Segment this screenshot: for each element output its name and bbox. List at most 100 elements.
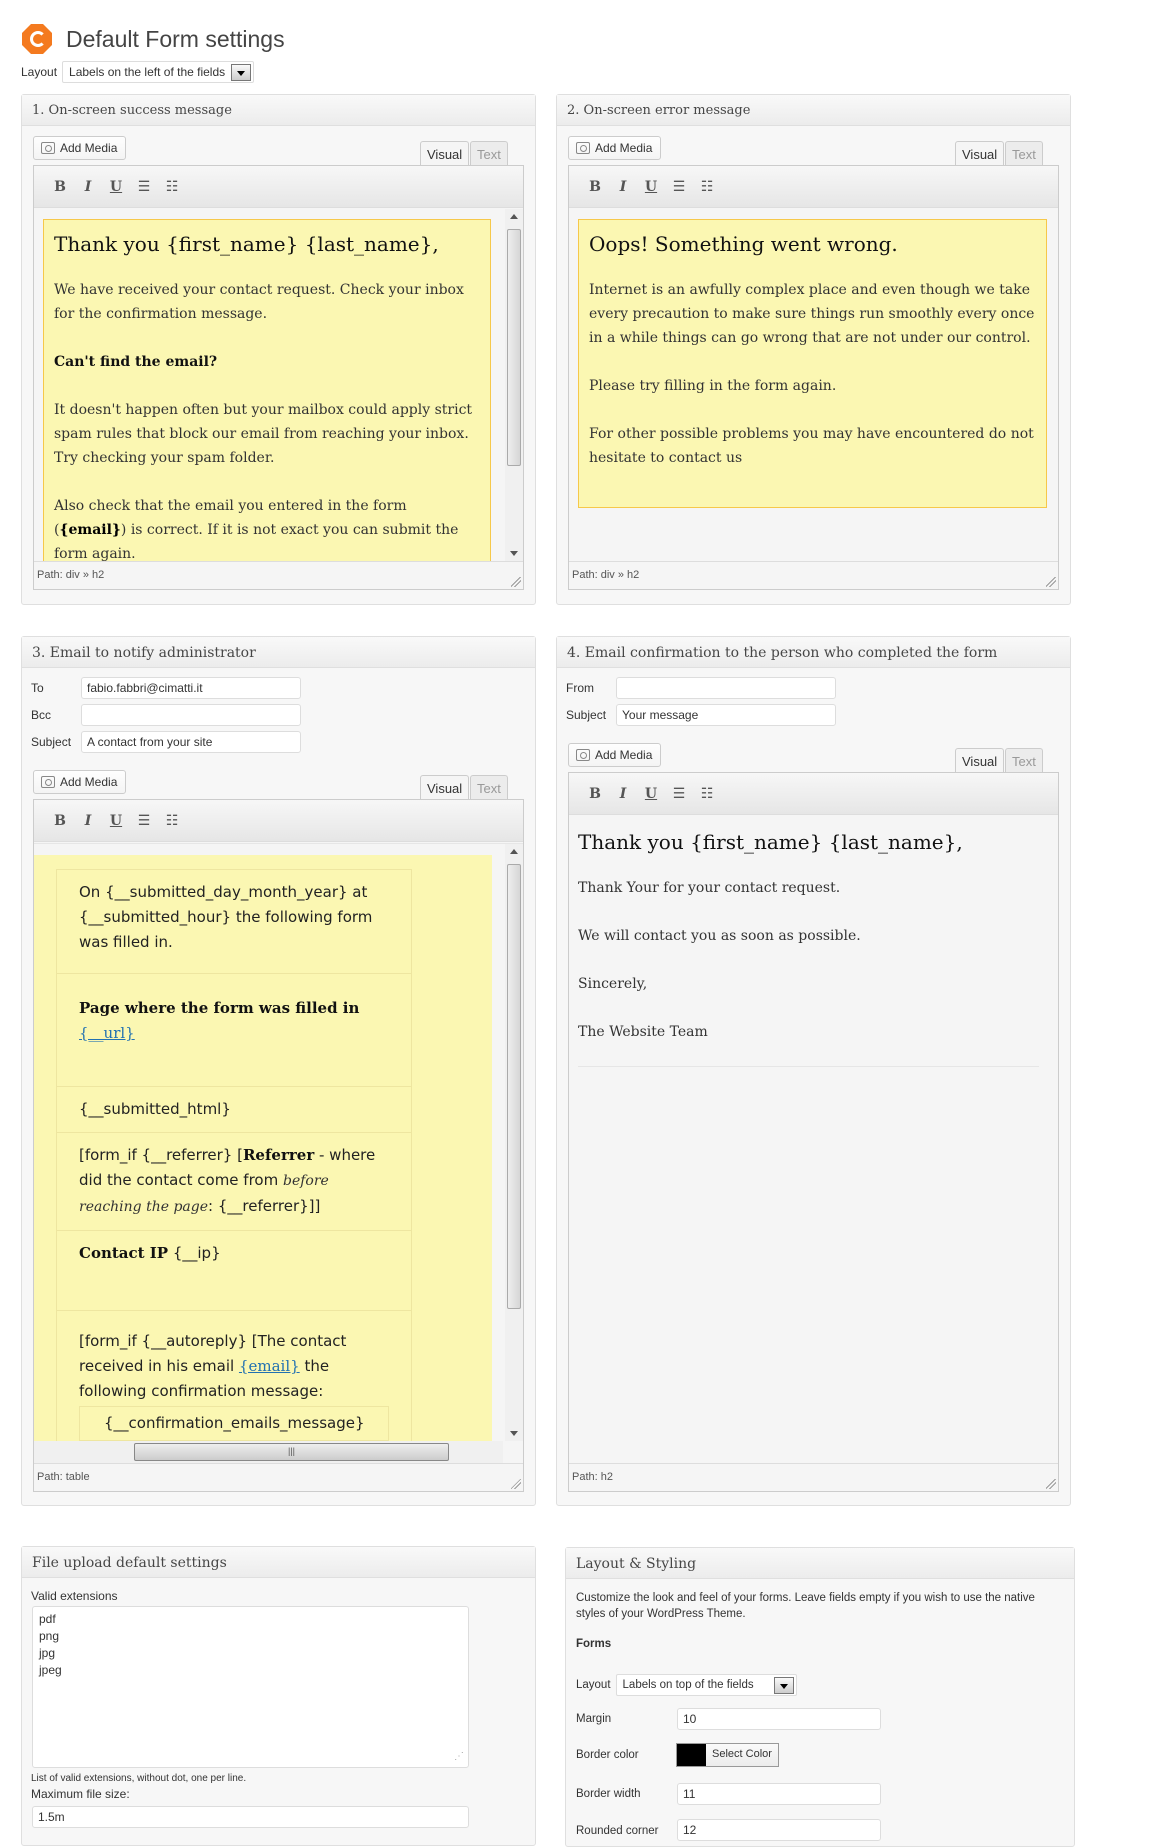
template-row: On {__submitted_day_month_year} at {__su… (57, 870, 411, 974)
vertical-scrollbar[interactable] (505, 844, 523, 1441)
media-icon (41, 142, 55, 154)
bcc-input[interactable] (81, 704, 301, 726)
scroll-thumb[interactable] (507, 864, 521, 1309)
add-media-button[interactable]: Add Media (568, 743, 662, 767)
bullet-list-icon[interactable]: ☰ (130, 179, 158, 195)
bold-button[interactable]: B (46, 813, 74, 829)
tab-text[interactable]: Text (1005, 748, 1043, 772)
subject-input[interactable] (81, 731, 301, 753)
layout-select[interactable]: Labels on the left of the fields (62, 61, 255, 83)
admin-editor[interactable]: B I U ☰ ☷ On {__submitted_day_month_year… (33, 799, 524, 1492)
max-size-input[interactable] (32, 1806, 469, 1828)
error-message-content: Oops! Something went wrong. Internet is … (578, 219, 1047, 508)
media-icon (576, 142, 590, 154)
editor-content[interactable]: Thank you {first_name} {last_name}, We h… (34, 209, 523, 561)
underline-button[interactable]: U (102, 179, 130, 195)
numbered-list-icon[interactable]: ☷ (158, 813, 186, 829)
message-paragraph: Thank Your for your contact request. (578, 880, 841, 896)
box-title: 4. Email confirmation to the person who … (557, 637, 1070, 668)
italic-button[interactable]: I (609, 179, 637, 195)
from-input[interactable] (616, 677, 836, 699)
url-link[interactable]: {__url} (79, 1024, 135, 1042)
add-media-button[interactable]: Add Media (568, 136, 662, 160)
chevron-down-icon[interactable] (231, 63, 252, 81)
underline-button[interactable]: U (637, 786, 665, 802)
message-subheading: Can't find the email? (54, 354, 218, 370)
template-row: [form_if {__referrer} [Referrer - where … (57, 1133, 411, 1231)
subject-label: Subject (566, 708, 607, 722)
styling-layout-select[interactable]: Labels on top of the fields (615, 1674, 797, 1696)
italic-button[interactable]: I (609, 786, 637, 802)
numbered-list-icon[interactable]: ☷ (693, 786, 721, 802)
resize-handle-icon[interactable] (1046, 577, 1056, 587)
scroll-down-icon (510, 1431, 518, 1436)
bullet-list-icon[interactable]: ☰ (665, 179, 693, 195)
box-title: 3. Email to notify administrator (22, 637, 535, 668)
message-paragraph: For other possible problems you may have… (589, 426, 1034, 466)
message-paragraph: Sincerely, (578, 976, 648, 992)
to-input[interactable] (81, 677, 301, 699)
subject-input[interactable] (616, 704, 836, 726)
chevron-down-icon[interactable] (773, 1676, 794, 1694)
border-width-label: Border width (576, 1788, 641, 1800)
rounded-corner-input[interactable] (677, 1819, 881, 1841)
resize-handle-icon[interactable] (1046, 1479, 1056, 1489)
editor-content[interactable]: On {__submitted_day_month_year} at {__su… (34, 843, 523, 1441)
resize-handle-icon[interactable] (511, 577, 521, 587)
resize-grip-icon[interactable]: ⋰ (454, 1748, 464, 1765)
numbered-list-icon[interactable]: ☷ (158, 179, 186, 195)
box-title: Layout & Styling (566, 1548, 1074, 1579)
extension-item: png (39, 1629, 60, 1643)
bold-button[interactable]: B (581, 179, 609, 195)
underline-button[interactable]: U (102, 813, 130, 829)
scroll-thumb[interactable] (507, 229, 521, 466)
hscroll-thumb[interactable]: ||| (134, 1443, 449, 1461)
bullet-list-icon[interactable]: ☰ (665, 786, 693, 802)
horizontal-scrollbar[interactable]: ||| (34, 1441, 503, 1463)
border-width-input[interactable] (677, 1783, 881, 1805)
tab-text[interactable]: Text (470, 775, 508, 799)
italic-button[interactable]: I (74, 179, 102, 195)
from-label: From (566, 681, 594, 695)
bold-button[interactable]: B (46, 179, 74, 195)
editor-toolbar: B I U ☰ ☷ (569, 166, 1058, 208)
select-color-button[interactable]: Select Color (676, 1743, 779, 1767)
message-paragraph: The Website Team (578, 1020, 1039, 1067)
bold-button[interactable]: B (581, 786, 609, 802)
add-media-button[interactable]: Add Media (33, 770, 127, 794)
bcc-row: Bcc (31, 704, 301, 726)
editor-content[interactable]: Thank you {first_name} {last_name}, Than… (569, 816, 1058, 1463)
tab-text[interactable]: Text (470, 141, 508, 165)
tab-visual[interactable]: Visual (420, 141, 470, 165)
success-editor[interactable]: B I U ☰ ☷ Thank you {first_name} {last_n… (33, 165, 524, 590)
margin-input[interactable] (677, 1708, 881, 1730)
bullet-list-icon[interactable]: ☰ (130, 813, 158, 829)
resize-handle-icon[interactable] (511, 1479, 521, 1489)
vertical-scrollbar[interactable] (505, 209, 523, 561)
italic-button[interactable]: I (74, 813, 102, 829)
extension-item: jpg (39, 1646, 56, 1660)
layout-label: Layout (576, 1679, 611, 1691)
error-editor[interactable]: B I U ☰ ☷ Oops! Something went wrong. In… (568, 165, 1059, 590)
editor-content[interactable]: Oops! Something went wrong. Internet is … (569, 209, 1058, 561)
underline-button[interactable]: U (637, 179, 665, 195)
valid-extensions-textarea[interactable]: pdf png jpg jpeg ⋰ (32, 1606, 469, 1768)
add-media-button[interactable]: Add Media (33, 136, 127, 160)
editor-toolbar: B I U ☰ ☷ (34, 166, 523, 208)
numbered-list-icon[interactable]: ☷ (693, 179, 721, 195)
layout-styling-box: Layout & Styling Customize the look and … (565, 1547, 1075, 1847)
tab-visual[interactable]: Visual (420, 775, 470, 799)
confirmation-editor[interactable]: B I U ☰ ☷ Thank you {first_name} {last_n… (568, 772, 1059, 1492)
tab-visual[interactable]: Visual (955, 141, 1005, 165)
message-paragraph: Also check that the email you entered in… (54, 498, 459, 561)
admin-email-template: On {__submitted_day_month_year} at {__su… (34, 855, 492, 1441)
tab-visual[interactable]: Visual (955, 748, 1005, 772)
scroll-up-icon (510, 849, 518, 854)
message-paragraph: We have received your contact request. C… (54, 282, 464, 322)
message-heading: Thank you {first_name} {last_name}, (578, 830, 963, 854)
email-link[interactable]: {email} (239, 1357, 300, 1375)
layout-label: Layout (21, 65, 58, 79)
global-layout-row: Layout Labels on the left of the fields (21, 61, 255, 83)
box-title: File upload default settings (22, 1547, 535, 1578)
tab-text[interactable]: Text (1005, 141, 1043, 165)
